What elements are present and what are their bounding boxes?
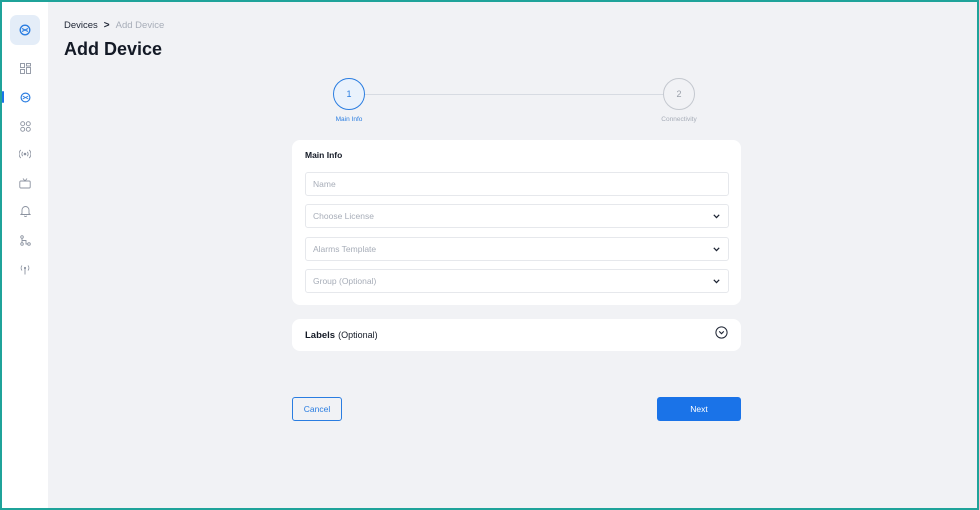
sidebar-item-dashboard[interactable] [2,56,48,80]
labels-accordion[interactable]: Labels (Optional) [292,319,741,351]
stepper-connector [364,94,664,95]
step-label: Main Info [335,116,363,123]
broadcast-icon [19,149,31,159]
group-select[interactable]: Group (Optional) [305,269,729,293]
step-number-circle: 1 [333,78,365,110]
group-select-placeholder: Group (Optional) [313,276,377,286]
bell-icon [19,206,31,217]
logo-icon [19,24,31,36]
step-main-info[interactable]: 1 Main Info [304,78,394,123]
dashboard-icon [19,62,31,74]
chevron-down-icon [711,276,721,286]
cancel-button[interactable]: Cancel [292,397,342,421]
devices-icon [20,92,30,102]
step-number-circle: 2 [663,78,695,110]
labels-title: Labels [305,329,336,341]
step-connectivity[interactable]: 2 Connectivity [634,78,724,123]
page-title: Add Device [64,39,163,59]
main-info-title: Main Info [305,150,343,160]
logo-button[interactable] [10,15,40,45]
labels-optional-tag: (Optional) [338,330,378,340]
sidebar [2,2,48,508]
breadcrumb: Devices > Add Device [64,20,164,31]
name-input[interactable] [313,179,721,189]
apps-icon [19,120,31,132]
app-frame: Devices > Add Device Add Device 1 Main I… [0,0,979,510]
flow-icon [19,234,31,246]
breadcrumb-separator: > [103,20,110,31]
sidebar-item-alerts[interactable] [2,199,48,223]
stepper: 1 Main Info 2 Connectivity [292,78,742,128]
chevron-down-icon [711,211,721,221]
sidebar-item-apps[interactable] [2,114,48,138]
breadcrumb-devices-link[interactable]: Devices [64,20,98,31]
license-select-placeholder: Choose License [313,211,374,221]
main-info-card: Main Info Choose License Alarms Template… [292,140,741,305]
next-button[interactable]: Next [657,397,741,421]
sidebar-item-broadcast[interactable] [2,142,48,166]
step-label: Connectivity [661,116,697,123]
sidebar-item-gateways[interactable] [2,257,48,281]
license-select[interactable]: Choose License [305,204,729,228]
alarms-template-select[interactable]: Alarms Template [305,237,729,261]
name-field[interactable] [305,172,729,196]
breadcrumb-current-page: Add Device [115,20,165,31]
sidebar-item-tv[interactable] [2,171,48,195]
sidebar-item-flows[interactable] [2,228,48,252]
tv-icon [19,177,31,188]
tower-icon [20,264,30,274]
sidebar-item-devices[interactable] [2,85,48,109]
alarms-template-placeholder: Alarms Template [313,244,377,254]
expand-circle-icon[interactable] [715,326,728,344]
chevron-down-icon [711,244,721,254]
